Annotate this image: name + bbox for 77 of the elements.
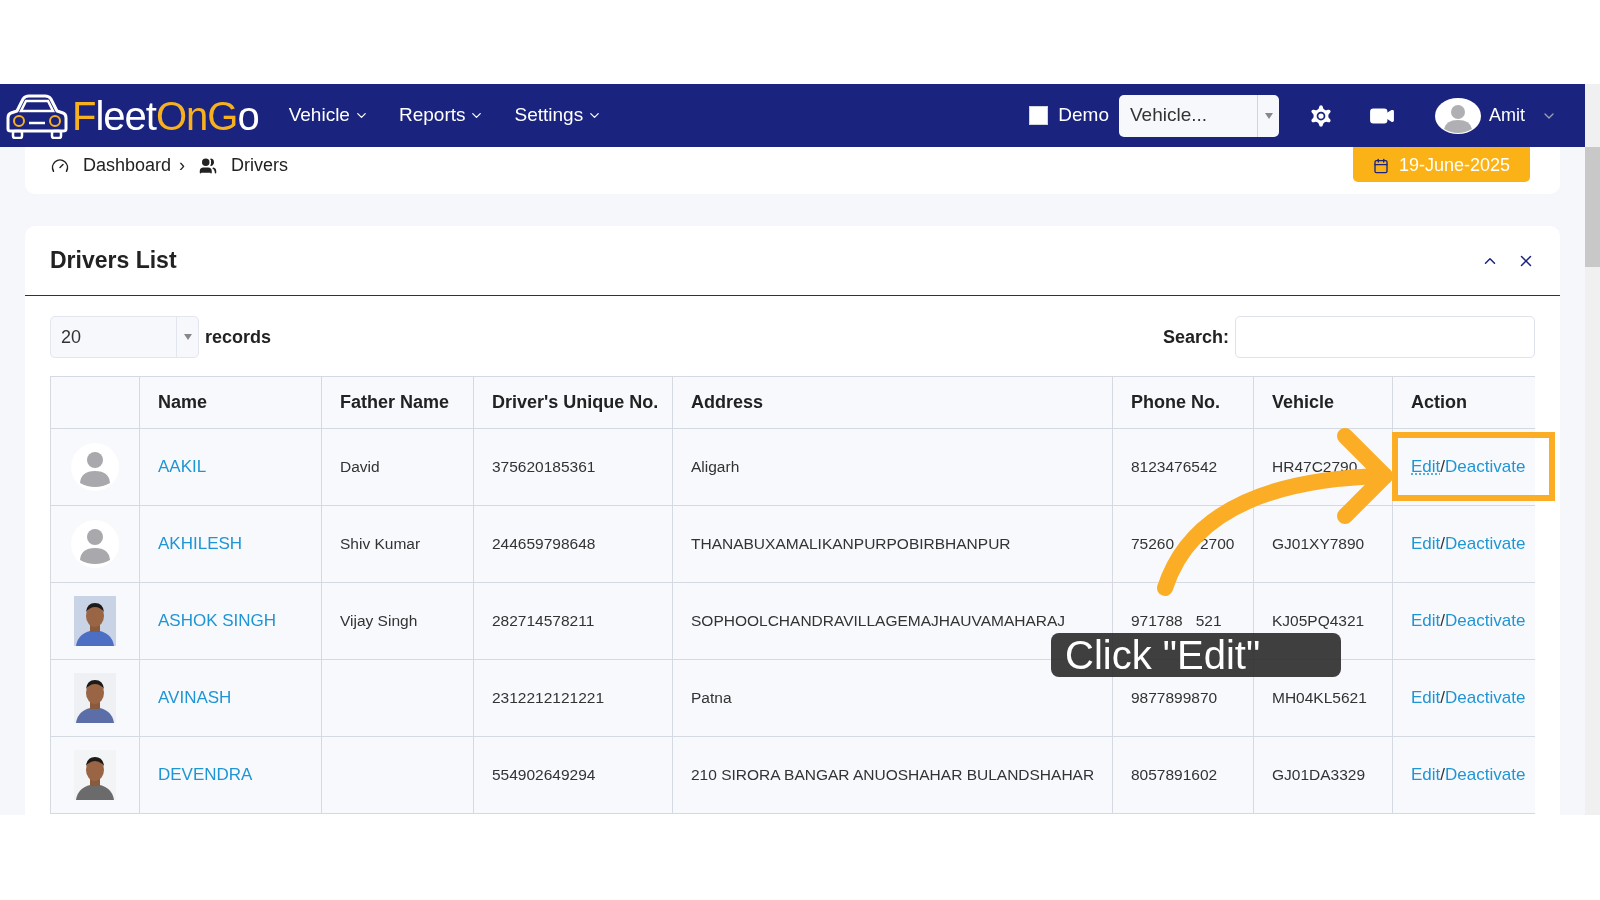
table-cell-text: Patna bbox=[691, 688, 732, 709]
driver-name-link[interactable]: DEVENDRA bbox=[158, 762, 253, 788]
users-icon bbox=[199, 156, 218, 175]
separator: / bbox=[1440, 687, 1446, 710]
table-cell-text: SOPHOOLCHANDRAVILLAGEMAJHAUVAMAHARAJ bbox=[691, 611, 1066, 632]
avatar-icon bbox=[71, 520, 119, 568]
deactivate-link[interactable]: Deactivate bbox=[1445, 608, 1526, 634]
separator: / bbox=[1440, 764, 1446, 787]
logo-text: FleetOnGo bbox=[72, 95, 259, 136]
table-cell-text: Aligarh bbox=[691, 457, 740, 478]
edit-link[interactable]: Edit bbox=[1411, 762, 1441, 788]
driver-name-link[interactable]: AVINASH bbox=[158, 685, 232, 711]
user-name[interactable]: Amit bbox=[1489, 102, 1525, 129]
car-icon bbox=[5, 92, 69, 139]
table-cell-text: GJ01DA3329 bbox=[1272, 765, 1366, 786]
table-cell-text: 375620185361 bbox=[492, 457, 596, 478]
table-cell-text: 554902649294 bbox=[492, 765, 596, 786]
breadcrumb-link[interactable]: Dashboard bbox=[83, 152, 172, 179]
edit-link[interactable]: Edit bbox=[1411, 685, 1441, 711]
column-header: Address bbox=[691, 391, 764, 414]
table-cell-text: MH04KL5621 bbox=[1272, 688, 1367, 709]
caret-icon bbox=[183, 334, 192, 340]
table-cell-text: GJ01XY7890 bbox=[1272, 534, 1365, 555]
search-field[interactable] bbox=[1235, 316, 1535, 358]
nav-menu[interactable]: Reports bbox=[398, 101, 485, 130]
separator: / bbox=[1440, 610, 1446, 633]
deactivate-link[interactable]: Deactivate bbox=[1445, 685, 1526, 711]
demo-label: Demo bbox=[1058, 103, 1109, 128]
edit-link[interactable]: Edit bbox=[1411, 608, 1441, 634]
card-title: Drivers List bbox=[50, 246, 177, 276]
column-header: Driver's Unique No. bbox=[492, 391, 659, 414]
search-label: Search: bbox=[1162, 325, 1229, 349]
page-size-select[interactable]: 20 bbox=[50, 316, 199, 358]
dashboard-icon bbox=[51, 156, 69, 175]
breadcrumb-separator: › bbox=[179, 154, 186, 177]
table-cell-text: 282714578211 bbox=[492, 611, 595, 632]
demo-checkbox[interactable] bbox=[1029, 106, 1049, 125]
separator: / bbox=[1440, 456, 1446, 479]
avatar-icon bbox=[71, 443, 119, 491]
table-cell-text: THANABUXAMALIKANPURPOBIRBHANPUR bbox=[691, 534, 1011, 555]
records-label: records bbox=[205, 325, 272, 349]
date-text: 19-June-2025 bbox=[1398, 154, 1511, 177]
table-cell-text: 8057891602 bbox=[1131, 765, 1218, 786]
column-header: Name bbox=[158, 391, 208, 414]
table-cell-text: HR47C2790 bbox=[1272, 457, 1358, 478]
column-header: Action bbox=[1411, 391, 1467, 414]
separator: / bbox=[1440, 533, 1446, 556]
column-header: Phone No. bbox=[1131, 391, 1220, 414]
driver-name-link[interactable]: AKHILESH bbox=[158, 531, 243, 557]
column-header: Vehicle bbox=[1272, 391, 1335, 414]
calendar-icon bbox=[1372, 157, 1389, 174]
vehicle-select[interactable]: Vehicle... bbox=[1119, 94, 1279, 137]
driver-name-link[interactable]: AAKIL bbox=[158, 454, 207, 480]
deactivate-link[interactable]: Deactivate bbox=[1445, 454, 1526, 480]
table-cell-text: 9877899870 bbox=[1131, 688, 1218, 709]
table-cell-text: KJ05PQ4321 bbox=[1272, 611, 1365, 632]
breadcrumb-current: Drivers bbox=[231, 154, 289, 177]
column-header: Father Name bbox=[340, 391, 450, 414]
nav-menu[interactable]: Vehicle bbox=[288, 101, 369, 130]
table-cell-text: 210 SIRORA BANGAR ANUOSHAHAR BULANDSHAHAR bbox=[691, 765, 1095, 786]
table-cell-text: David bbox=[340, 457, 380, 478]
table-cell-text: 2312212121221 bbox=[492, 688, 605, 709]
nav-menu[interactable]: Settings bbox=[514, 101, 603, 130]
table-cell-text: 75260 2700 bbox=[1131, 534, 1235, 555]
table-cell-text: Vijay Singh bbox=[340, 611, 418, 632]
table-cell-text: 244659798648 bbox=[492, 534, 596, 555]
user-avatar-icon bbox=[1435, 97, 1481, 134]
table-cell-text: Shiv Kumar bbox=[340, 534, 421, 555]
table-cell-text: 971788 521 bbox=[1131, 611, 1222, 632]
driver-name-link[interactable]: ASHOK SINGH bbox=[158, 608, 277, 634]
table-cell-text: 8123476542 bbox=[1131, 457, 1218, 478]
caret-icon bbox=[1264, 112, 1273, 119]
callout-text: Click "Edit" bbox=[1065, 635, 1261, 675]
edit-link[interactable]: Edit bbox=[1411, 454, 1441, 480]
deactivate-link[interactable]: Deactivate bbox=[1445, 531, 1526, 557]
edit-link[interactable]: Edit bbox=[1411, 531, 1441, 557]
deactivate-link[interactable]: Deactivate bbox=[1445, 762, 1526, 788]
